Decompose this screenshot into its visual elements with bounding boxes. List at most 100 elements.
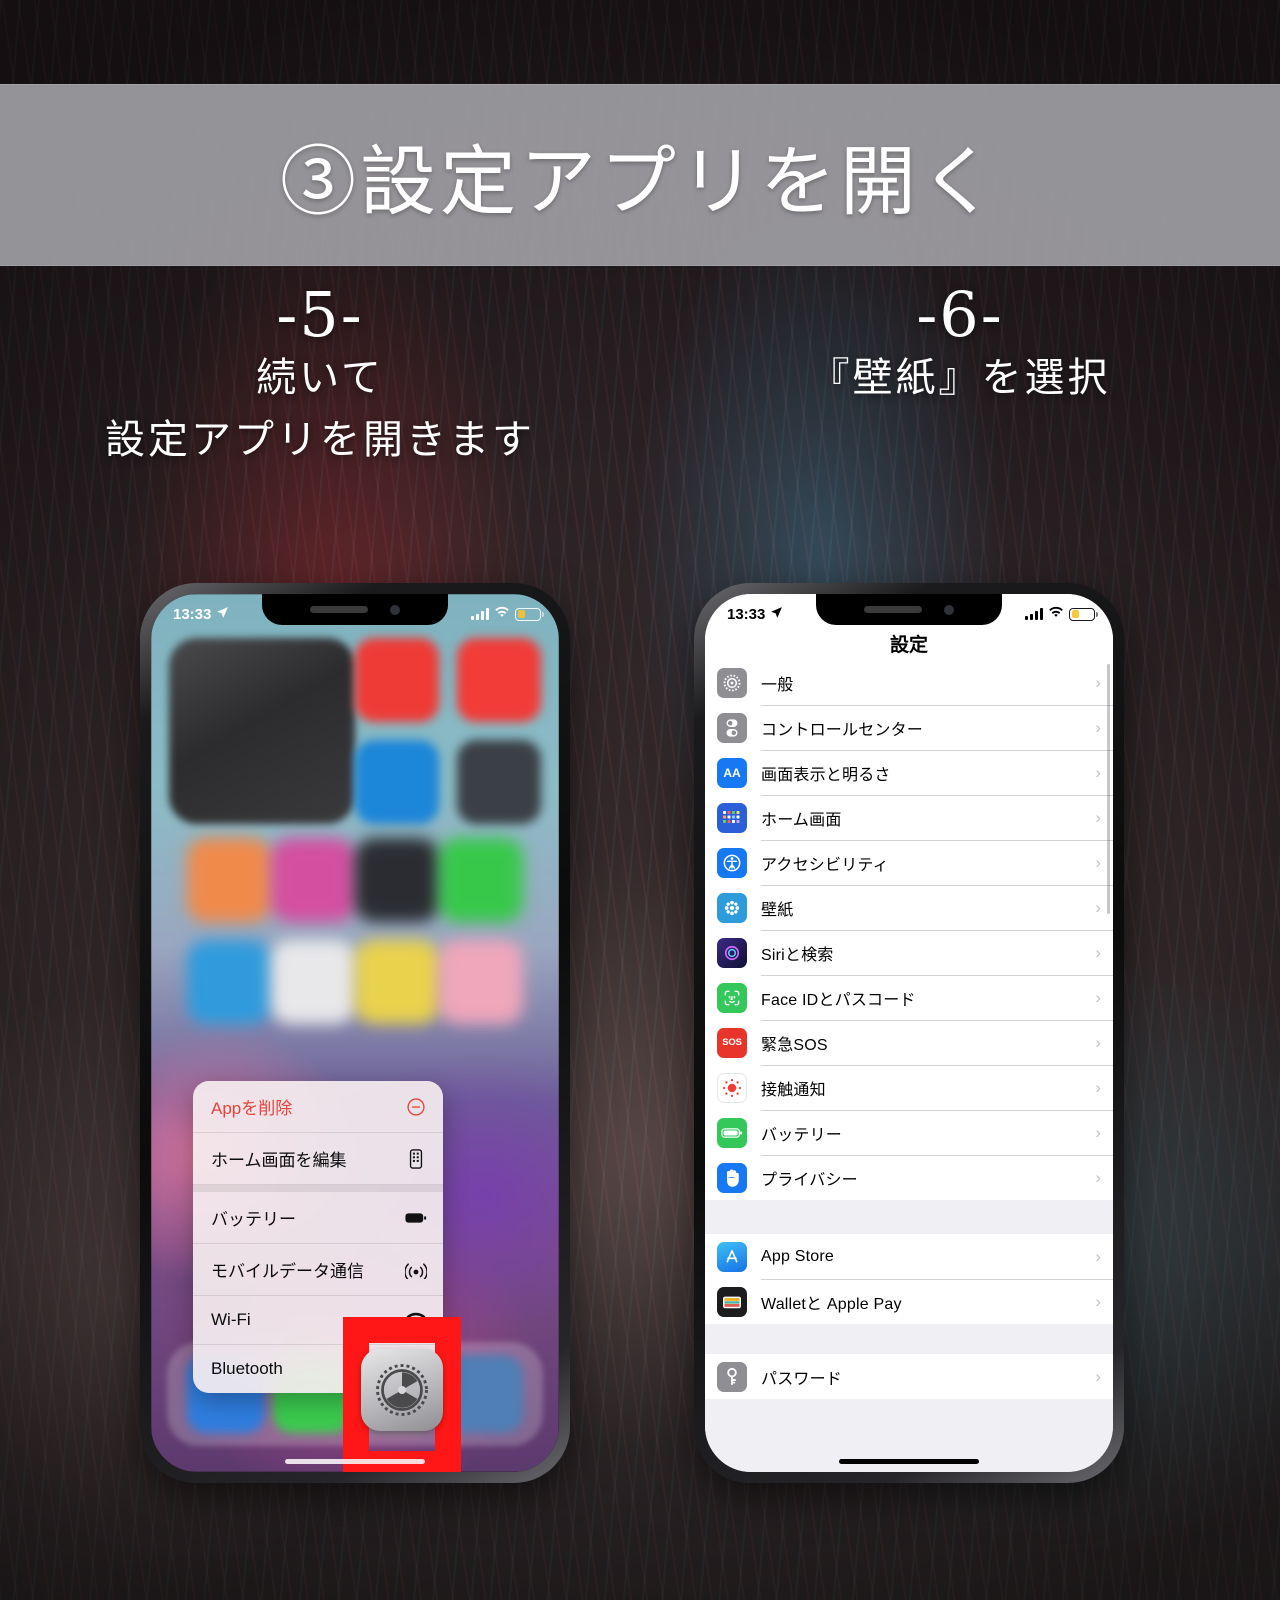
exposure-notification-icon (717, 1072, 747, 1103)
settings-row-app-store[interactable]: App Store › (705, 1234, 1113, 1279)
settings-row-face-id[interactable]: Face IDとパスコード › (705, 975, 1113, 1020)
settings-row-label: バッテリー (761, 1126, 843, 1144)
front-camera (944, 604, 954, 615)
phone-right-screen-frame: 設定 一般 › コントロールセンター › AA 画面表示と明るさ › ホーム画面… (705, 594, 1113, 1472)
settings-row-control-center[interactable]: コントロールセンター › (705, 705, 1113, 750)
settings-row-passwords[interactable]: パスワード › (705, 1354, 1113, 1399)
chevron-right-icon: › (1095, 1246, 1101, 1266)
context-menu-label: Appを削除 (211, 1099, 293, 1118)
app-icon[interactable] (355, 940, 439, 1024)
settings-row-label: プライバシー (761, 1171, 858, 1189)
context-menu-label: ホーム画面を編集 (211, 1151, 347, 1170)
battery-icon (717, 1117, 747, 1148)
settings-app[interactable]: 設定 一般 › コントロールセンター › AA 画面表示と明るさ › ホーム画面… (705, 594, 1113, 1472)
notch (262, 594, 448, 625)
earpiece-speaker (864, 606, 922, 613)
list-scrollbar[interactable] (1107, 664, 1110, 914)
phone-right: 設定 一般 › コントロールセンター › AA 画面表示と明るさ › ホーム画面… (694, 583, 1124, 1483)
wifi-icon (1048, 606, 1064, 623)
settings-row-label: パスワード (761, 1370, 843, 1388)
home-indicator-left (285, 1459, 425, 1464)
control-center-icon (717, 712, 747, 743)
chevron-right-icon: › (1095, 1032, 1101, 1052)
caption-left-line1: 続いて (256, 355, 384, 402)
context-menu-separator (193, 1185, 443, 1192)
settings-group-3: パスワード › (705, 1354, 1113, 1399)
app-icon[interactable] (187, 940, 271, 1024)
context-menu-label: バッテリー (211, 1210, 296, 1229)
context-menu-label: モバイルデータ通信 (211, 1262, 364, 1281)
widget-placeholder[interactable] (169, 638, 355, 824)
settings-row-label: ホーム画面 (761, 811, 842, 829)
settings-row-siri[interactable]: Siriと検索 › (705, 930, 1113, 975)
chevron-right-icon: › (1095, 717, 1101, 737)
settings-row-battery[interactable]: バッテリー › (705, 1110, 1113, 1155)
settings-row-exposure-notifications[interactable]: 接触通知 › (705, 1065, 1113, 1110)
phone-left-screen-frame: 13:33 Appを削除 ホーム画面を編集 バッテリー モバイルデータ通信 Wi… (151, 594, 559, 1472)
settings-row-accessibility[interactable]: アクセシビリティ › (705, 840, 1113, 885)
app-icon[interactable] (355, 638, 439, 722)
phone-left: 13:33 Appを削除 ホーム画面を編集 バッテリー モバイルデータ通信 Wi… (140, 583, 570, 1483)
settings-row-label: コントロールセンター (761, 721, 924, 739)
context-menu-item-edit-home-screen[interactable]: ホーム画面を編集 (193, 1133, 443, 1185)
chevron-right-icon: › (1095, 852, 1101, 872)
nav-title-label: 設定 (889, 634, 928, 656)
wallet-icon (717, 1286, 747, 1317)
context-menu-item-cellular[interactable]: モバイルデータ通信 (193, 1244, 443, 1296)
battery-low-icon (515, 607, 544, 621)
caption-left-line2: 設定アプリを開きます (105, 417, 535, 464)
app-icon[interactable] (457, 638, 541, 722)
settings-row-label: 接触通知 (761, 1081, 826, 1099)
context-menu-item-battery[interactable]: バッテリー (193, 1192, 443, 1244)
settings-row-label: 一般 (761, 676, 794, 694)
caption-left: -5- 続いて 設定アプリを開きます (0, 276, 640, 526)
chevron-right-icon: › (1095, 1077, 1101, 1097)
location-arrow-icon (216, 606, 229, 623)
settings-row-label: App Store (761, 1247, 834, 1265)
settings-row-label: Face IDとパスコード (761, 991, 916, 1009)
status-time: 13:33 (173, 605, 212, 623)
settings-group-1: 一般 › コントロールセンター › AA 画面表示と明るさ › ホーム画面 › … (705, 660, 1113, 1200)
app-icon[interactable] (271, 940, 355, 1024)
settings-list[interactable]: 一般 › コントロールセンター › AA 画面表示と明るさ › ホーム画面 › … (705, 660, 1113, 1472)
settings-row-wallet[interactable]: Walletと Apple Pay › (705, 1279, 1113, 1324)
chevron-right-icon: › (1095, 942, 1101, 962)
siri-icon (717, 937, 747, 968)
location-arrow-icon (770, 606, 783, 623)
settings-group-2: App Store › Walletと Apple Pay › (705, 1234, 1113, 1324)
settings-row-label: 画面表示と明るさ (761, 766, 891, 784)
context-menu-label: Wi-Fi (211, 1310, 251, 1329)
status-time: 13:33 (727, 605, 766, 623)
app-icon[interactable] (439, 940, 523, 1024)
settings-row-label: Walletと Apple Pay (761, 1295, 902, 1313)
caption-right-line1: 『壁紙』を選択 (809, 355, 1111, 402)
chevron-right-icon: › (1095, 1366, 1101, 1386)
context-menu-item-delete-app[interactable]: Appを削除 (193, 1081, 443, 1133)
app-icon[interactable] (355, 838, 439, 922)
settings-row-home-screen[interactable]: ホーム画面 › (705, 795, 1113, 840)
earpiece-speaker (310, 606, 368, 613)
cellular-icon (405, 1259, 427, 1281)
settings-row-emergency-sos[interactable]: SOS 緊急SOS › (705, 1020, 1113, 1065)
settings-row-general[interactable]: 一般 › (705, 660, 1113, 705)
home-screen[interactable]: 13:33 Appを削除 ホーム画面を編集 バッテリー モバイルデータ通信 Wi… (151, 594, 559, 1472)
app-icon[interactable] (187, 838, 271, 922)
settings-row-privacy[interactable]: プライバシー › (705, 1155, 1113, 1200)
wifi-icon (494, 606, 510, 623)
app-icon[interactable] (439, 838, 523, 922)
settings-screen: 設定 一般 › コントロールセンター › AA 画面表示と明るさ › ホーム画面… (705, 594, 1113, 1472)
app-icon[interactable] (355, 740, 439, 824)
passwords-key-icon (717, 1361, 747, 1392)
step-number-6: -6- (916, 278, 1004, 351)
settings-row-wallpaper[interactable]: 壁紙 › (705, 885, 1113, 930)
app-grid-row-3 (169, 940, 541, 1024)
chevron-right-icon: › (1095, 762, 1101, 782)
app-icon[interactable] (457, 740, 541, 824)
app-icon[interactable] (271, 838, 355, 922)
settings-gear-icon[interactable] (361, 1349, 443, 1431)
chevron-right-icon: › (1095, 1167, 1101, 1187)
app-grid[interactable] (151, 638, 559, 1042)
settings-row-label: 壁紙 (761, 901, 794, 919)
settings-row-display-brightness[interactable]: AA 画面表示と明るさ › (705, 750, 1113, 795)
step-number-5: -5- (276, 278, 364, 351)
